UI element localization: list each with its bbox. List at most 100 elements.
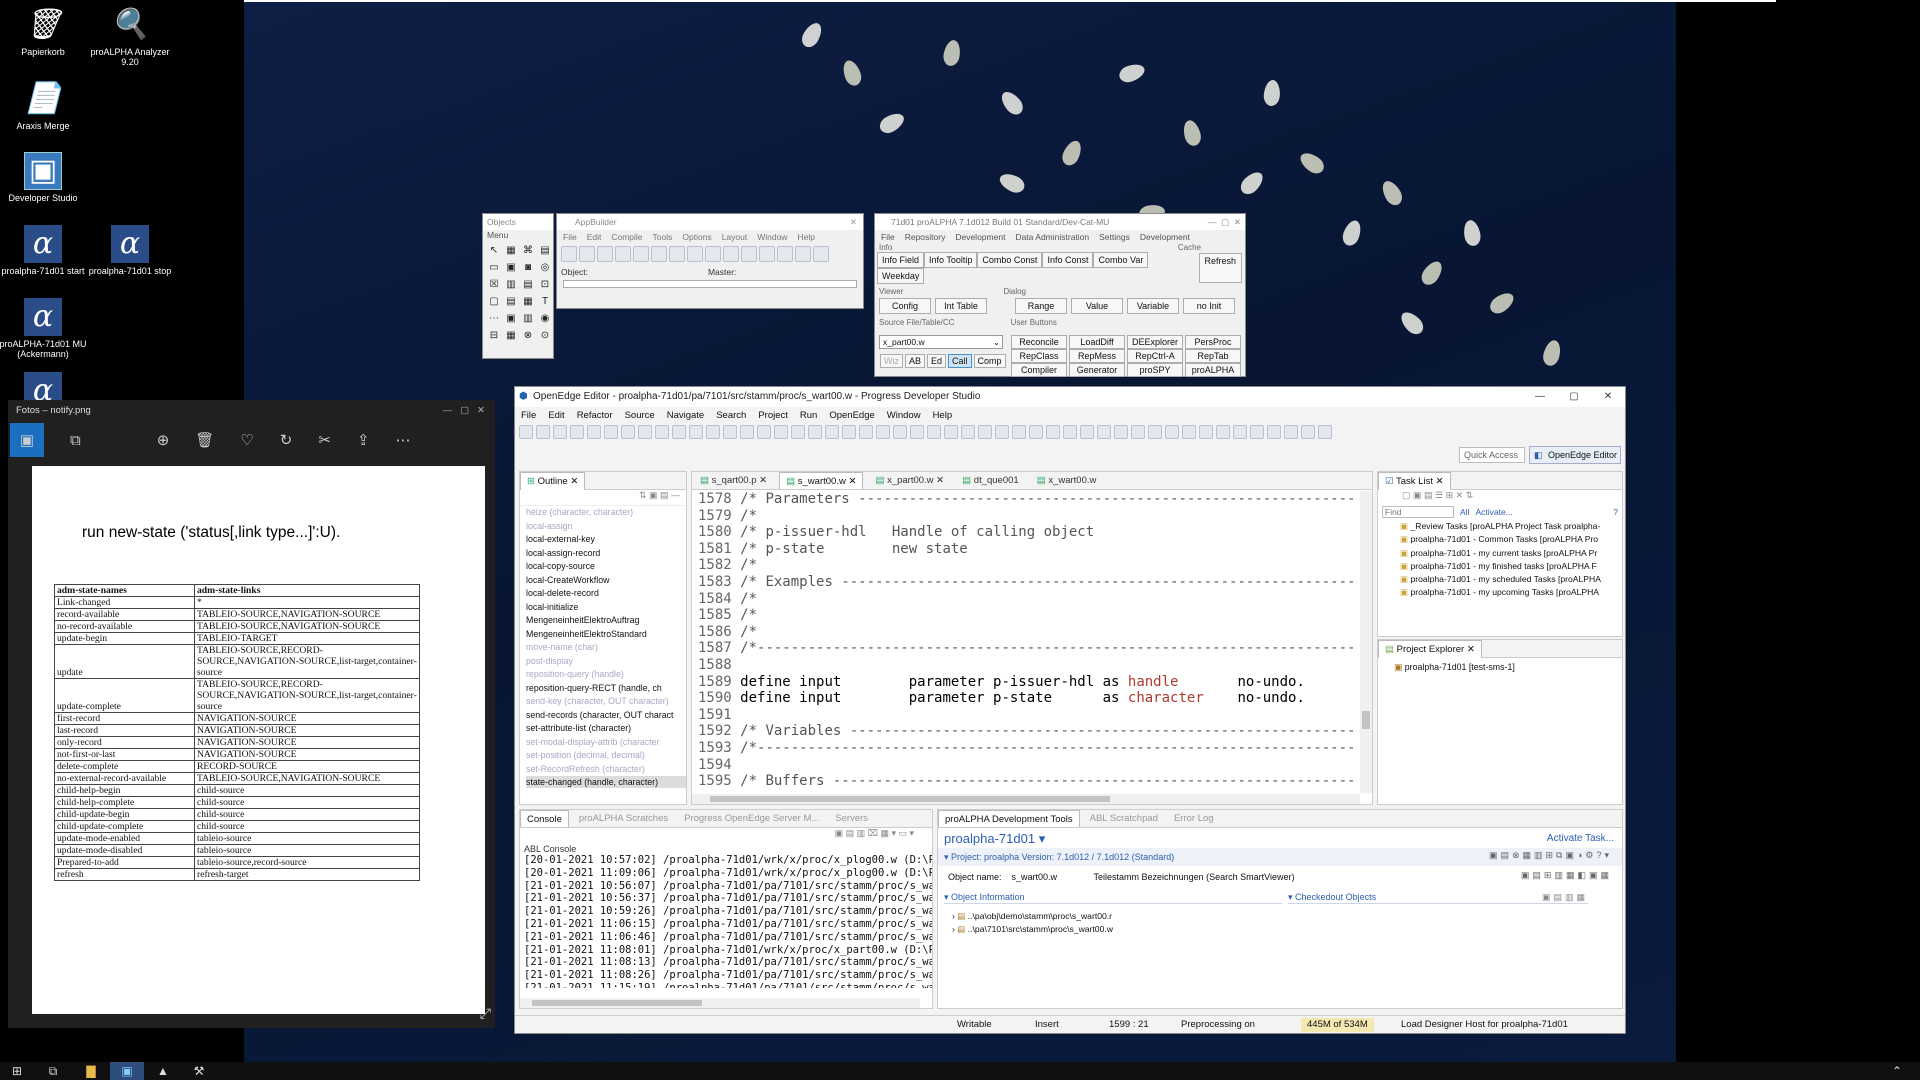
toolbar-button[interactable] [1097,425,1111,439]
user-button[interactable]: Generator [1069,363,1125,377]
toolbar-button[interactable] [597,246,613,262]
toolbar-button[interactable] [1114,425,1128,439]
toolbar-button[interactable] [893,425,907,439]
favorite-icon[interactable]: ♡ [240,431,253,449]
object-info-section[interactable]: ▾ Object Information [944,892,1282,904]
palette-tool-icon[interactable]: ⊙ [538,329,552,343]
toolbar-button[interactable] [961,425,975,439]
zoom-icon[interactable]: ⊕ [157,431,170,449]
palette-tool-icon[interactable]: ⊗ [521,329,535,343]
viewer-button[interactable]: Config [879,298,931,314]
palette-tool-icon[interactable]: ▭ [487,261,501,275]
console-tab[interactable]: Console [520,810,569,827]
toolbar-button[interactable] [944,425,958,439]
toolbar-button[interactable] [927,425,941,439]
source-file-combo[interactable]: x_part00.w ⌄ [879,335,1003,349]
user-button[interactable]: DEExplorer [1127,335,1183,349]
toolbar-button[interactable] [723,246,739,262]
mode-button[interactable]: AB [905,354,926,368]
menu-item[interactable]: Run [800,410,817,421]
console-tab[interactable]: proALPHA Scratches [573,810,674,827]
toolbar-button[interactable] [553,425,567,439]
task-item[interactable]: ▣ proalpha-71d01 - my scheduled Tasks [p… [1400,573,1622,586]
toolbar-button[interactable] [587,425,601,439]
toolbar-button[interactable] [1080,425,1094,439]
palette-tool-icon[interactable]: ▥ [521,312,535,326]
console-horizontal-scrollbar[interactable] [520,998,920,1008]
mode-button[interactable]: Comp [973,354,1006,368]
toolbar-button[interactable] [570,425,584,439]
object-path-row[interactable]: › ▤ ..\pa\obj\demo\stamm\proc\s_wart00.r [952,910,1622,923]
user-button[interactable]: proSPY [1127,363,1183,377]
pa-tab[interactable]: Error Log [1168,810,1220,827]
outline-item[interactable]: local-external-key [526,533,686,547]
toolbar-button[interactable] [604,425,618,439]
photos-taskbar-icon[interactable]: ▲ [146,1062,180,1080]
user-button[interactable]: RepClass [1011,349,1067,363]
start-icon[interactable]: ⊞ [0,1062,34,1080]
toolbar-button[interactable] [759,246,775,262]
analyzer-icon[interactable]: 🔍 proALPHA Analyzer 9.20 [82,6,178,68]
outline-item[interactable]: reposition-query (handle) [526,668,686,682]
menu-item[interactable]: Window [887,410,921,421]
edit-icon[interactable]: ✂ [318,431,331,449]
info-button[interactable]: Weekday [877,268,925,284]
info-button[interactable]: Combo Var [1093,252,1149,268]
palette-tool-icon[interactable]: ⊟ [487,329,501,343]
menu-item[interactable]: Compile [611,232,642,242]
pa-project-selector[interactable]: proalpha-71d01 ▾ [944,831,1045,847]
menu-item[interactable]: Edit [587,232,602,242]
palette-tool-icon[interactable]: ▤ [504,295,518,309]
activate-task-link[interactable]: Activate Task... [1547,833,1614,844]
toolbar-button[interactable] [536,425,550,439]
toolbar-button[interactable] [1233,425,1247,439]
outline-item[interactable]: set-position (decimal, decimal) [526,749,686,763]
palette-tool-icon[interactable]: ⊡ [538,278,552,292]
proalpha-extra-icon[interactable]: α [0,372,91,402]
photos-window-controls[interactable]: — ▢ ✕ [443,400,485,422]
palette-tool-icon[interactable]: ▣ [504,312,518,326]
toolbar-button[interactable] [519,425,533,439]
help-icon[interactable]: ? [1613,507,1618,517]
toolbar-button[interactable] [1012,425,1026,439]
menu-item[interactable]: Development [1140,232,1190,242]
tab-task-list[interactable]: ☑ Task List ✕ [1378,472,1451,490]
user-button[interactable]: RepMess [1069,349,1125,363]
outline-item[interactable]: send-key (character, OUT character) [526,695,686,709]
outline-item[interactable]: MengeneinheitElektroStandard [526,628,686,642]
info-button[interactable]: Combo Const [977,252,1043,268]
menu-item[interactable]: Navigate [667,410,705,421]
toolbar-button[interactable] [561,246,577,262]
palette-tool-icon[interactable]: ▢ [487,295,501,309]
task-view-icon[interactable]: ⧉ [36,1062,70,1080]
user-button[interactable]: LoadDiff [1069,335,1125,349]
notification-icon[interactable]: ⌃ [1880,1062,1914,1080]
palette-tool-icon[interactable]: ▦ [504,244,518,258]
proalpha-stop-icon[interactable]: α proalpha-71d01 stop [82,225,178,276]
toolbar-button[interactable] [774,425,788,439]
toolbar-button[interactable] [706,425,720,439]
menu-item[interactable]: Project [758,410,788,421]
tab-project-explorer[interactable]: ▤ Project Explorer ✕ [1378,640,1482,658]
user-button[interactable]: PersProc [1185,335,1241,349]
slideshow-icon[interactable]: ⧉ [70,432,81,449]
tools-taskbar-icon[interactable]: ⚒ [182,1062,216,1080]
menu-item[interactable]: File [563,232,577,242]
toolbar-button[interactable] [1216,425,1230,439]
toolbar-button[interactable] [1267,425,1281,439]
menu-item[interactable]: Search [716,410,746,421]
toolbar-button[interactable] [1063,425,1077,439]
menu-item[interactable]: Options [682,232,711,242]
outline-item[interactable]: local-CreateWorkflow [526,574,686,588]
toolbar-button[interactable] [638,425,652,439]
console-tab[interactable]: Progress OpenEdge Server M... [678,810,825,827]
more-icon[interactable]: ⋯ [396,431,411,449]
status-memory[interactable]: 445M of 534M [1301,1018,1374,1032]
menu-item[interactable]: Source [625,410,655,421]
dialog-button[interactable]: Variable [1127,298,1179,314]
chevron-down-icon[interactable]: ▾ [944,852,949,862]
palette-tool-icon[interactable]: ▤ [521,278,535,292]
toolbar-button[interactable] [1165,425,1179,439]
task-item[interactable]: ▣ proalpha-71d01 - my finished tasks [pr… [1400,560,1622,573]
outline-item[interactable]: local-assign-record [526,547,686,561]
